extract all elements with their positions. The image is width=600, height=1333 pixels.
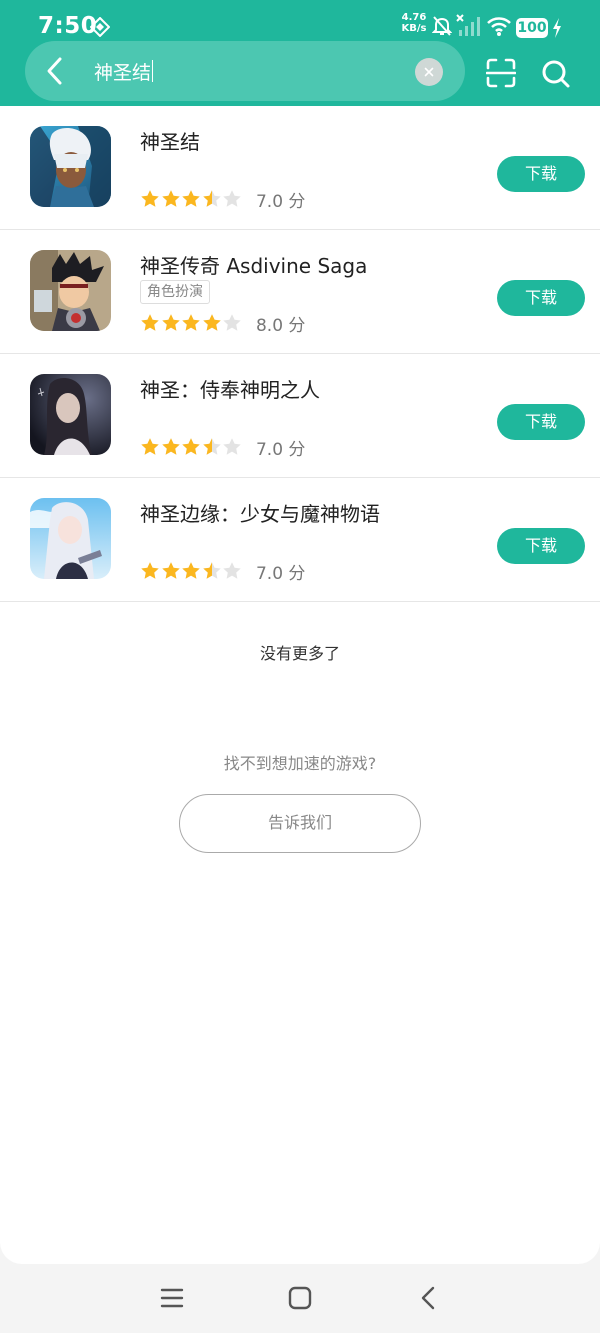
- signal-icon: [456, 14, 480, 36]
- game-cover-image: [30, 498, 111, 579]
- score: 7.0 分: [255, 439, 306, 460]
- star-filled-icon: [141, 562, 159, 579]
- rating: 7.0 分: [140, 560, 306, 584]
- game-cover-image: [30, 250, 111, 331]
- star-filled-icon: [161, 438, 180, 455]
- download-button[interactable]: 下载: [497, 280, 585, 316]
- status-time: 7:50: [38, 13, 98, 39]
- star-filled-icon: [182, 190, 200, 207]
- star-filled-icon: [182, 438, 200, 455]
- chevron-left-icon[interactable]: [40, 56, 70, 86]
- star-rating: [140, 189, 243, 209]
- star-filled-icon: [182, 562, 200, 579]
- star-rating: [140, 313, 243, 333]
- game-cover-image: [30, 374, 111, 455]
- rating: 8.0 分: [140, 312, 306, 336]
- battery-indicator: 100: [516, 18, 548, 38]
- star-empty-icon: [223, 438, 242, 455]
- star-rating: [140, 561, 243, 581]
- star-empty-icon: [223, 562, 242, 579]
- score: 7.0 分: [255, 563, 306, 584]
- not-found-label: 找不到想加速的游戏?: [223, 754, 377, 773]
- star-filled-icon: [161, 190, 180, 207]
- game-title: 神圣：侍奉神明之人: [140, 378, 320, 402]
- star-filled-icon: [141, 438, 159, 455]
- game-title: 神圣传奇 Asdivine Saga: [140, 254, 368, 278]
- clear-icon: [424, 67, 434, 77]
- scan-icon[interactable]: [486, 58, 516, 88]
- game-title: 神圣边缘：少女与魔神物语: [140, 502, 380, 526]
- wifi-icon: [487, 17, 511, 36]
- text-caret: [152, 60, 154, 82]
- game-list-item[interactable]: 神圣边缘：少女与魔神物语 7.0 分 下载: [0, 478, 600, 602]
- star-filled-icon: [141, 314, 159, 331]
- home-icon[interactable]: [286, 1284, 314, 1312]
- star-half-icon: [203, 190, 221, 207]
- back-icon[interactable]: [414, 1284, 442, 1312]
- tell-us-button[interactable]: 告诉我们: [179, 794, 421, 853]
- clear-button[interactable]: [415, 58, 443, 86]
- star-filled-icon: [161, 562, 180, 579]
- charging-icon: [553, 18, 561, 38]
- star-rating: [140, 437, 243, 457]
- game-list-item[interactable]: 神圣：侍奉神明之人 7.0 分 下载: [0, 354, 600, 478]
- download-button[interactable]: 下载: [497, 528, 585, 564]
- star-half-icon: [203, 562, 221, 579]
- game-cover-image: [30, 126, 111, 207]
- header: 7:50 4.76 KB/s 100 神圣结: [0, 0, 600, 106]
- menu-icon[interactable]: [158, 1284, 186, 1312]
- status-bar: 7:50 4.76 KB/s 100: [0, 0, 600, 44]
- download-button[interactable]: 下载: [497, 404, 585, 440]
- genre-tag: 角色扮演: [140, 280, 210, 304]
- star-filled-icon: [141, 190, 159, 207]
- game-list-item[interactable]: 神圣结 7.0 分 下载: [0, 106, 600, 230]
- score: 8.0 分: [255, 315, 306, 336]
- download-button[interactable]: 下载: [497, 156, 585, 192]
- net-speed: 4.76 KB/s: [399, 12, 429, 34]
- star-filled-icon: [161, 314, 180, 331]
- results-panel: 神圣结 7.0 分 下载 神圣传奇 Asdivine Saga 角色扮演 8.0: [0, 106, 600, 1264]
- search-query: 神圣结: [94, 62, 152, 84]
- search-bar[interactable]: [25, 41, 465, 101]
- rating: 7.0 分: [140, 188, 306, 212]
- search-input[interactable]: 神圣结: [94, 58, 154, 85]
- star-half-icon: [203, 438, 221, 455]
- game-title: 神圣结: [140, 130, 200, 154]
- net-speed-unit: KB/s: [401, 23, 427, 34]
- search-icon[interactable]: [540, 58, 572, 90]
- net-speed-value: 4.76: [401, 12, 427, 23]
- system-nav-bar: [0, 1264, 600, 1333]
- mute-icon: [432, 16, 452, 36]
- game-list-item[interactable]: 神圣传奇 Asdivine Saga 角色扮演 8.0 分 下载: [0, 230, 600, 354]
- score: 7.0 分: [255, 191, 306, 212]
- star-empty-icon: [223, 190, 242, 207]
- star-empty-icon: [223, 314, 242, 331]
- no-more-label: 没有更多了: [259, 644, 340, 663]
- rating: 7.0 分: [140, 436, 306, 460]
- star-filled-icon: [182, 314, 200, 331]
- star-filled-icon: [203, 314, 221, 331]
- vpn-icon: [90, 17, 110, 37]
